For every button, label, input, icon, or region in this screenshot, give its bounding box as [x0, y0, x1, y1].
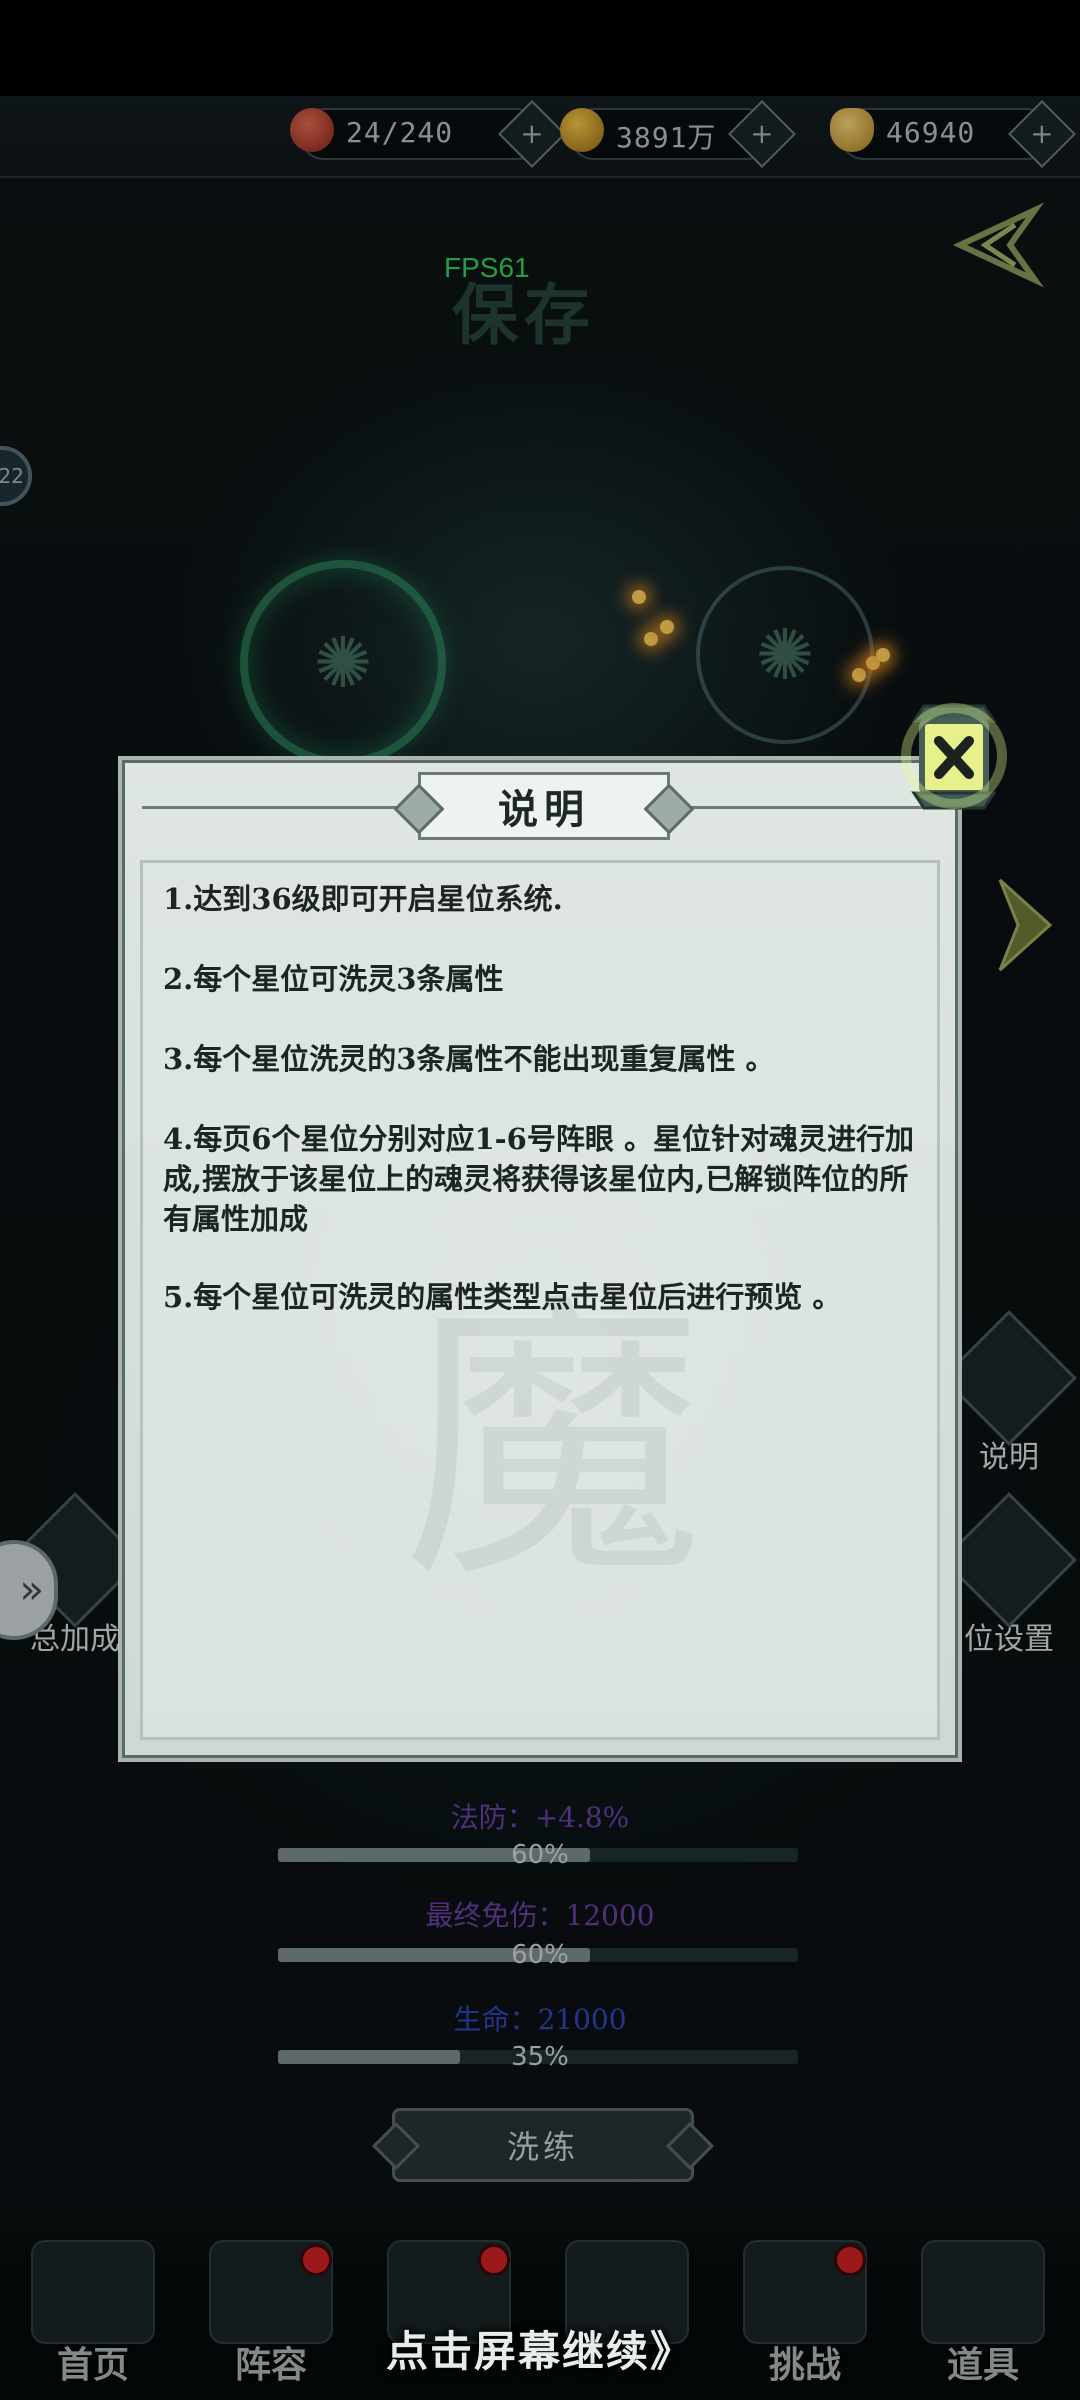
dialog-content: 魔 1.达到36级即可开启星位系统. 2.每个星位可洗灵3条属性 3.每个星位洗…: [140, 860, 940, 1740]
rule-item: 3.每个星位洗灵的3条属性不能出现重复属性 。: [163, 1042, 775, 1076]
close-button[interactable]: [894, 686, 1014, 836]
watermark-glyph: 魔: [403, 1268, 703, 1617]
rule-item: 1.达到36级即可开启星位系统.: [163, 882, 563, 916]
rule-item: 4.每页6个星位分别对应1-6号阵眼 。星位针对魂灵进行加成,摆放于该星位上的魂…: [163, 1122, 914, 1236]
continue-hint[interactable]: 点击屏幕继续》: [0, 2318, 1080, 2379]
rule-item: 2.每个星位可洗灵3条属性: [163, 962, 504, 996]
dialog-title: 说明: [498, 786, 590, 833]
rule-item: 5.每个星位可洗灵的属性类型点击星位后进行预览 。: [163, 1280, 842, 1314]
dialog-title-plate: 说明: [418, 772, 670, 840]
divider: [142, 806, 432, 809]
info-dialog: 说明 魔 1.达到36级即可开启星位系统. 2.每个星位可洗灵3条属性 3.每个…: [118, 756, 962, 1762]
dialog-header: 说明: [122, 760, 958, 850]
